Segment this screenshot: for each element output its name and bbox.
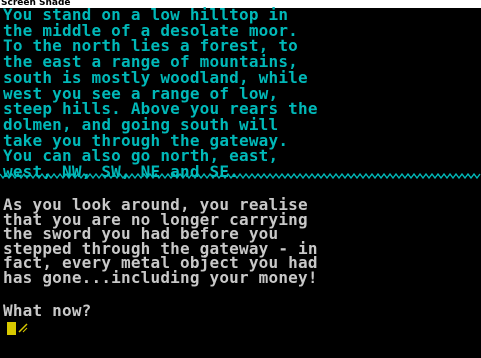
- narration-text: As you look around, you realise that you…: [3, 195, 318, 287]
- command-prompt: What now?: [3, 301, 92, 320]
- cursor-block: [7, 322, 16, 335]
- location-description: You stand on a low hilltop in the middle…: [3, 5, 318, 182]
- command-input[interactable]: [7, 322, 37, 336]
- blinking-block-cursor-icon: [18, 323, 28, 333]
- section-divider: [0, 172, 481, 180]
